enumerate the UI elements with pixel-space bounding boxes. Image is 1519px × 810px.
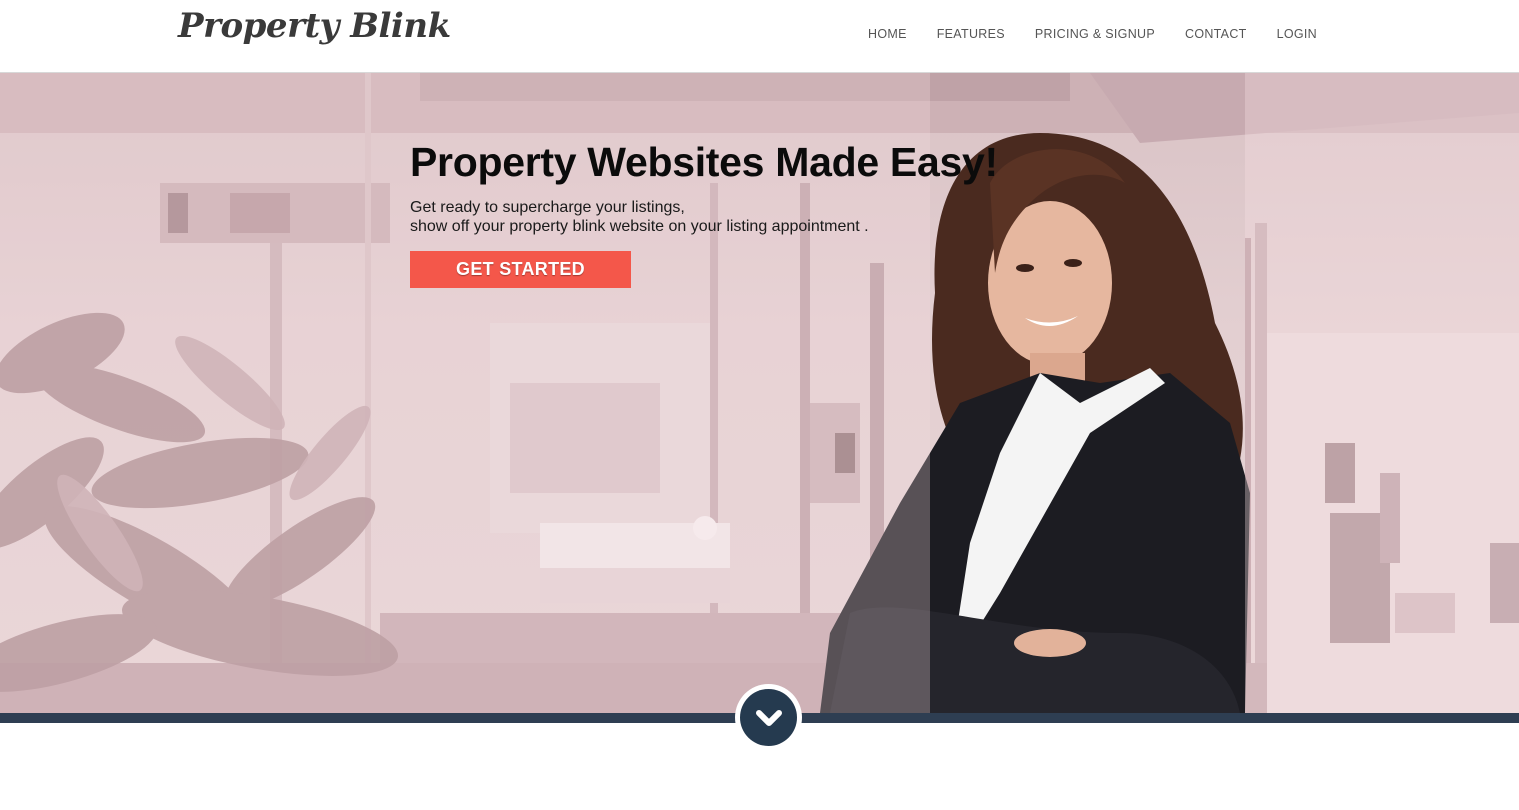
get-started-button[interactable]: GET STARTED [410,251,631,288]
nav-login[interactable]: LOGIN [1277,27,1317,41]
hero-title: Property Websites Made Easy! [410,139,998,185]
chevron-down-icon [755,709,782,726]
nav-features[interactable]: FEATURES [937,27,1005,41]
scroll-down-button[interactable] [735,684,802,751]
hero-section: Property Websites Made Easy! Get ready t… [0,73,1519,713]
site-header: Property Blink HOME FEATURES PRICING & S… [0,0,1519,73]
nav-home[interactable]: HOME [868,27,907,41]
scroll-down-button-inner [740,689,797,746]
nav-pricing-signup[interactable]: PRICING & SIGNUP [1035,27,1155,41]
hero-subtitle-line-2: show off your property blink website on … [410,218,869,235]
nav-contact[interactable]: CONTACT [1185,27,1247,41]
main-nav: HOME FEATURES PRICING & SIGNUP CONTACT L… [868,27,1317,41]
hero-subtitle-line-1: Get ready to supercharge your listings, [410,199,685,216]
hero-copy: Property Websites Made Easy! Get ready t… [410,139,998,236]
site-logo[interactable]: Property Blink [178,6,451,46]
hero-subtitle: Get ready to supercharge your listings, … [410,198,998,236]
